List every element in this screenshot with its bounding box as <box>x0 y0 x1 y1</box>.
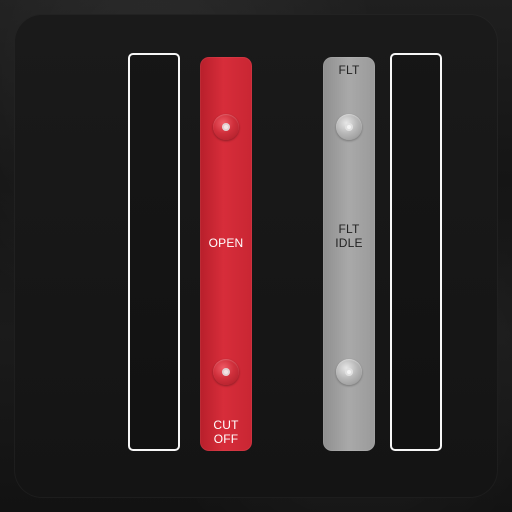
screw-icon <box>336 114 362 140</box>
fuel-cutoff-lever[interactable]: OPEN CUT OFF <box>200 57 252 451</box>
left-lever-frame <box>128 53 180 451</box>
screw-icon <box>213 114 239 140</box>
fuel-cutoff-open-label: OPEN <box>208 236 244 250</box>
throttle-panel: OPEN CUT OFF FLT FLT IDLE <box>0 0 512 512</box>
right-lever-frame <box>390 53 442 451</box>
thrust-flt-label: FLT <box>338 63 360 77</box>
screw-icon <box>213 359 239 385</box>
thrust-lever[interactable]: FLT FLT IDLE <box>323 57 375 451</box>
screw-icon <box>336 359 362 385</box>
thrust-flt-idle-label: FLT IDLE <box>335 222 363 250</box>
fuel-cutoff-off-label: CUT OFF <box>213 418 239 446</box>
